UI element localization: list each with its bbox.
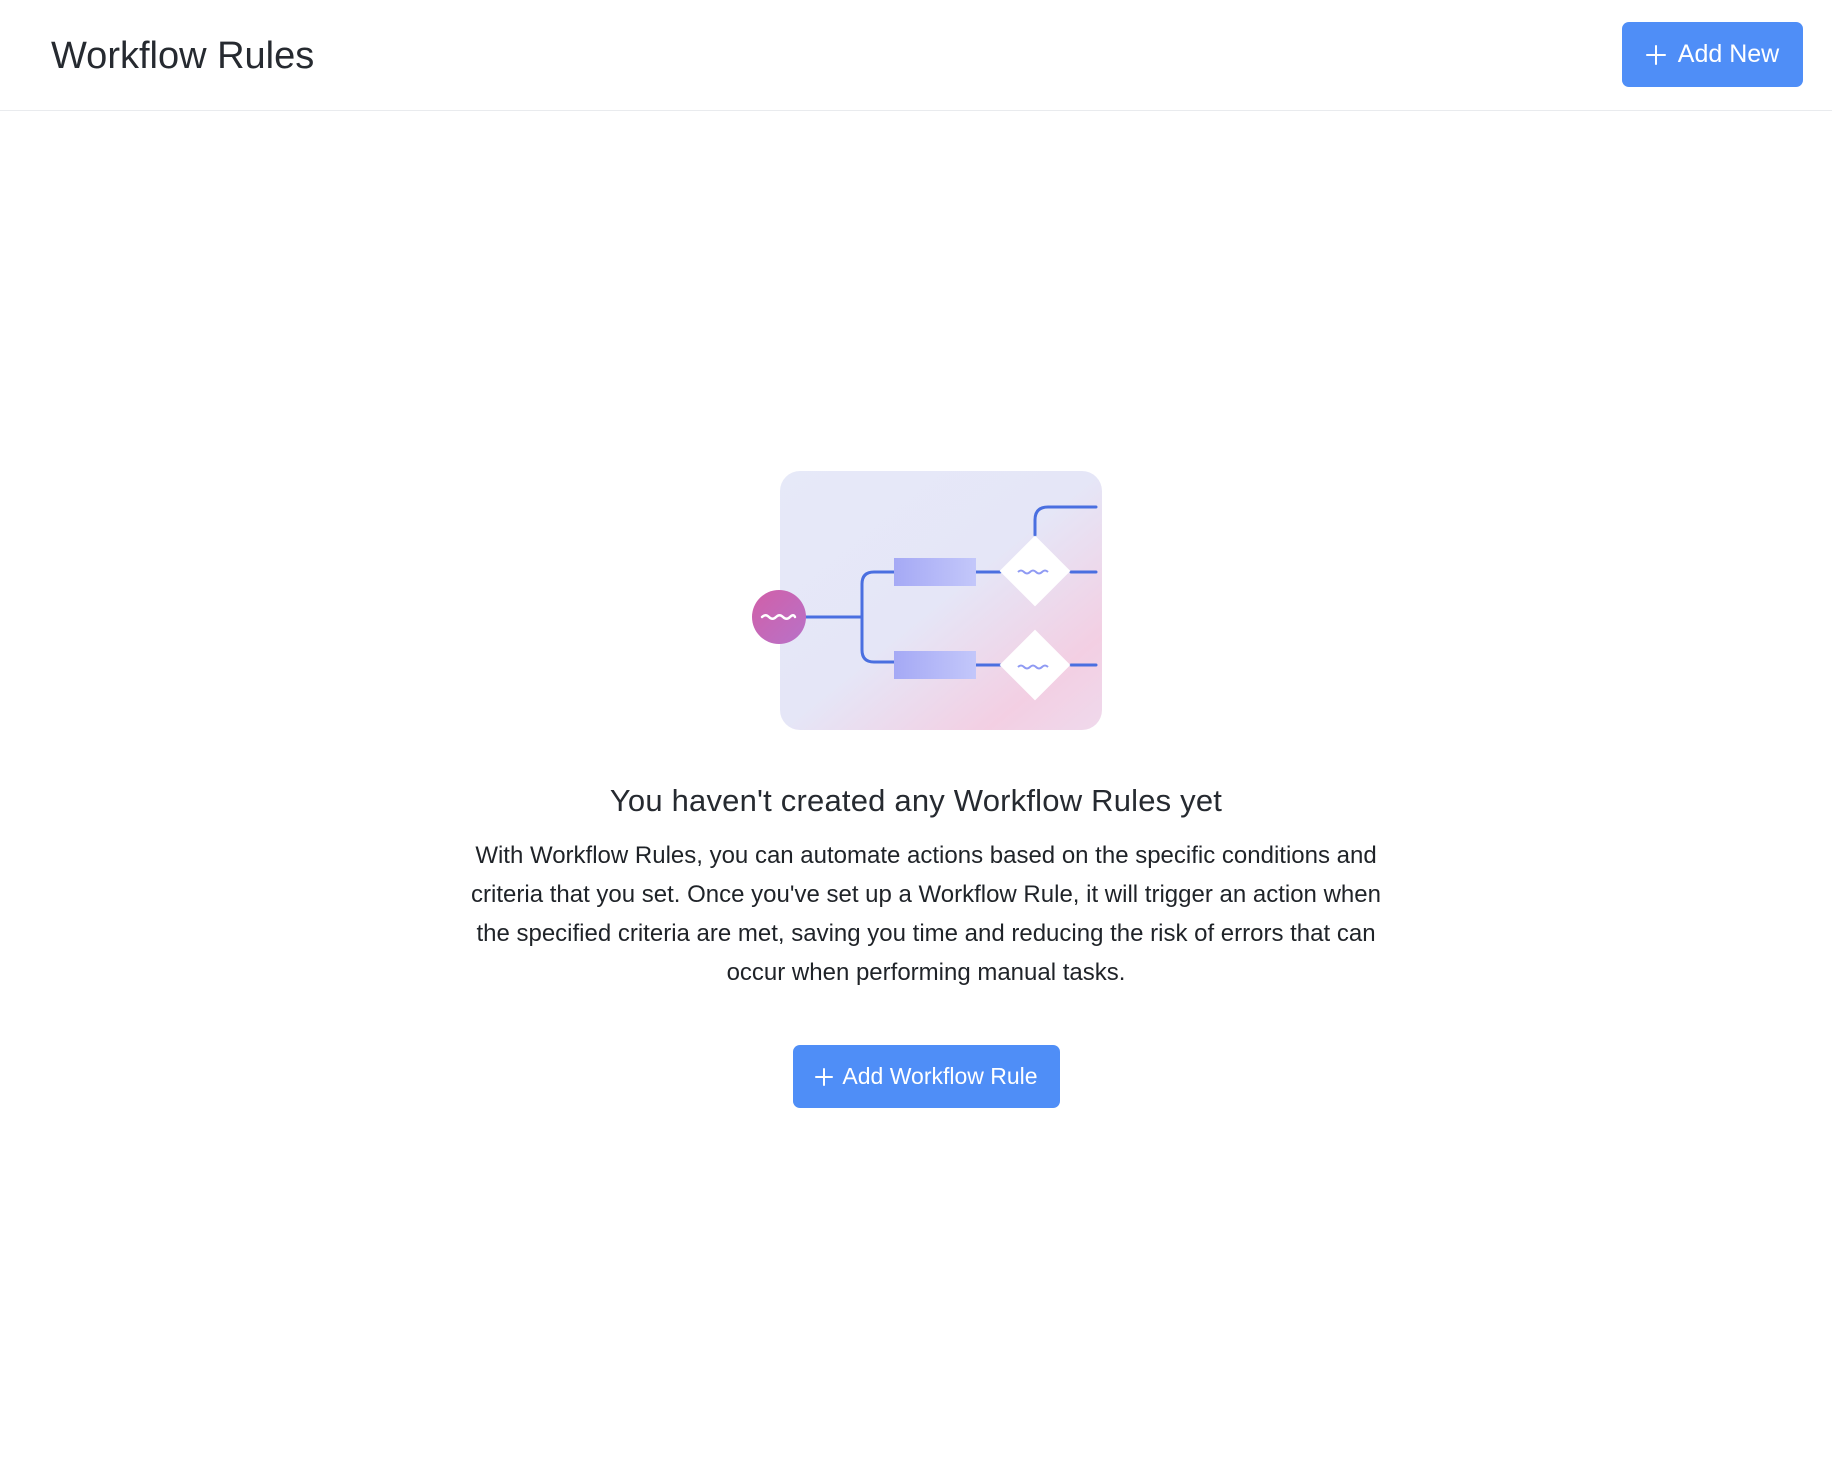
add-workflow-rule-label: Add Workflow Rule bbox=[842, 1063, 1038, 1089]
add-new-label: Add New bbox=[1677, 40, 1780, 68]
action-block-top bbox=[894, 558, 976, 586]
plus-icon bbox=[1645, 44, 1666, 65]
page-title: Workflow Rules bbox=[51, 35, 315, 77]
empty-state-title: You haven't created any Workflow Rules y… bbox=[609, 783, 1223, 818]
illustration-background bbox=[780, 471, 1102, 730]
add-workflow-rule-button[interactable]: Add Workflow Rule bbox=[793, 1045, 1060, 1108]
trigger-circle bbox=[752, 590, 806, 644]
add-new-button[interactable]: Add New bbox=[1622, 22, 1803, 87]
empty-state-description: With Workflow Rules, you can automate ac… bbox=[471, 842, 1381, 986]
plus-icon bbox=[815, 1067, 834, 1086]
page-header: Workflow Rules Add New bbox=[0, 0, 1832, 111]
workflow-diagram-illustration bbox=[752, 471, 1102, 730]
action-block-bottom bbox=[894, 651, 976, 679]
